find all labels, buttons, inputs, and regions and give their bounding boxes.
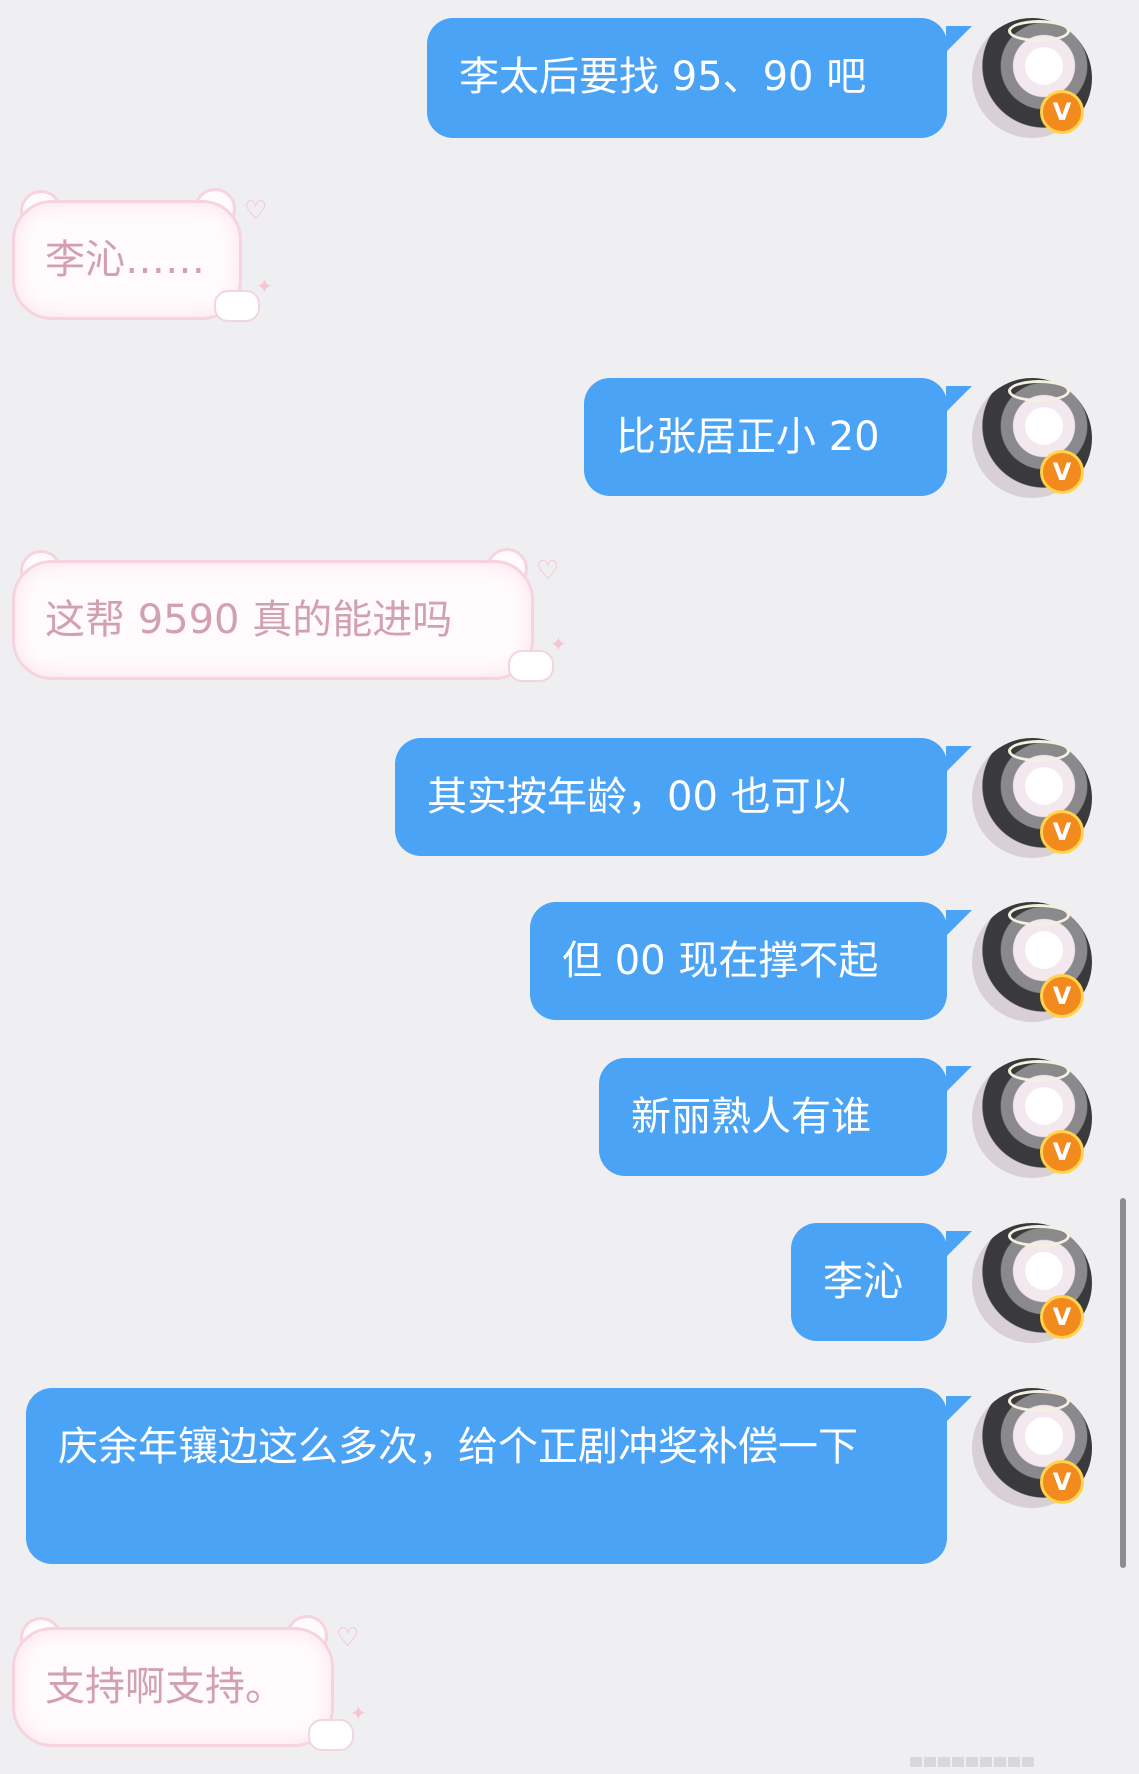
message-bubble-sent[interactable]: 李沁 [791,1223,947,1341]
verified-badge-icon: V [1040,1295,1084,1339]
message-bubble-received[interactable]: 支持啊支持。 [12,1627,334,1747]
bubble-tail [946,1396,972,1422]
bubble-tail [946,386,972,412]
verified-badge-icon: V [1040,1130,1084,1174]
message-bubble-sent[interactable]: 比张居正小 20 [584,378,947,496]
message-bubble-sent[interactable]: 李太后要找 95、90 吧 [427,18,947,138]
sparkle-icon: ✦ [350,1701,367,1725]
user-avatar[interactable]: V [972,18,1092,138]
user-avatar[interactable]: V [972,378,1092,498]
bubble-tail [946,26,972,52]
message-bubble-received[interactable]: 李沁…… [12,200,242,320]
halo-icon [1008,20,1070,42]
message-bubble-sent[interactable]: 但 00 现在撑不起 [530,902,947,1020]
verified-badge-icon: V [1040,810,1084,854]
user-avatar[interactable]: V [972,1058,1092,1178]
user-avatar[interactable]: V [972,738,1092,858]
user-avatar[interactable]: V [972,1388,1092,1508]
halo-icon [1008,740,1070,762]
home-indicator [910,1752,1060,1767]
message-bubble-sent[interactable]: 庆余年镶边这么多次，给个正剧冲奖补偿一下 [26,1388,947,1564]
halo-icon [1008,1225,1070,1247]
cloud-icon [508,650,554,682]
verified-badge-icon: V [1040,974,1084,1018]
sparkle-icon: ✦ [550,632,567,656]
user-avatar[interactable]: V [972,902,1092,1022]
heart-icon: ♡ [536,556,560,586]
halo-icon [1008,1060,1070,1082]
user-avatar[interactable]: V [972,1223,1092,1343]
bubble-tail [946,1066,972,1092]
bubble-tail [946,1231,972,1257]
heart-icon: ♡ [336,1623,360,1653]
bubble-tail [946,746,972,772]
verified-badge-icon: V [1040,450,1084,494]
cloud-icon [308,1719,354,1751]
sparkle-icon: ✦ [256,274,273,298]
heart-icon: ♡ [244,196,268,226]
message-bubble-sent[interactable]: 其实按年龄，00 也可以 [395,738,947,856]
verified-badge-icon: V [1040,90,1084,134]
message-bubble-received[interactable]: 这帮 9590 真的能进吗 [12,560,534,680]
halo-icon [1008,380,1070,402]
cloud-icon [214,290,260,322]
message-bubble-sent[interactable]: 新丽熟人有谁 [599,1058,947,1176]
bubble-tail [946,910,972,936]
chat-message-list[interactable]: 李太后要找 95、90 吧 V 李沁…… ♡ ✦ 比张居正小 20 V 这帮 9… [0,0,1139,1774]
halo-icon [1008,904,1070,926]
halo-icon [1008,1390,1070,1412]
verified-badge-icon: V [1040,1460,1084,1504]
scrollbar[interactable] [1120,1198,1126,1568]
